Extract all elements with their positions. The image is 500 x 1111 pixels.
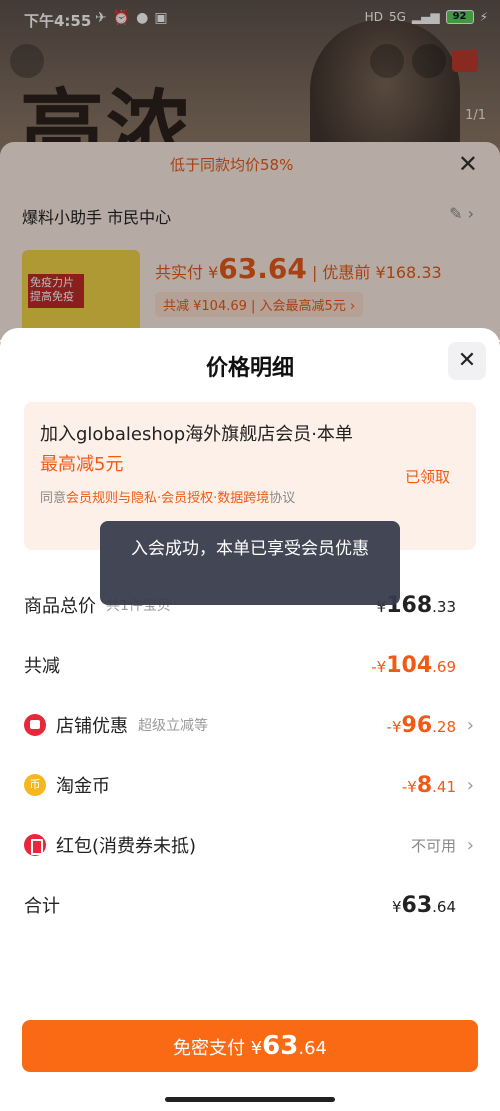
close-button[interactable]: ✕: [448, 342, 486, 380]
redpacket-value: 不可用: [410, 836, 456, 855]
taojinbi-value: -¥8.41: [402, 773, 456, 798]
redpacket-row[interactable]: 红包(消费券未抵) 不可用 ›: [24, 827, 476, 863]
member-title-highlight: 最高减5元: [40, 454, 124, 475]
agreement-link[interactable]: 会员规则与隐私·会员授权·数据跨境: [66, 491, 269, 506]
shop-discount-dec: .28: [432, 717, 456, 736]
sum-int: 63: [401, 892, 433, 918]
pay-label: 免密支付 ¥: [172, 1038, 263, 1059]
total-discount-value: -¥104.69: [371, 653, 456, 678]
taojinbi-currency: -¥: [401, 777, 417, 796]
price-detail-sheet: 价格明细 ✕ 加入globaleshop海外旗舰店会员·本单最高减5元 已领取 …: [0, 328, 500, 1111]
home-indicator[interactable]: [165, 1097, 335, 1102]
sum-dec: .64: [432, 897, 456, 916]
sheet-title: 价格明细: [205, 356, 294, 381]
pay-button[interactable]: 免密支付 ¥63.64: [22, 1020, 478, 1072]
taojinbi-row[interactable]: 淘金币 -¥8.41 ›: [24, 767, 476, 803]
sum-value: ¥63.64: [392, 893, 456, 918]
red-packet-icon: [24, 834, 46, 856]
taojinbi-dec: .41: [432, 777, 456, 796]
claimed-label[interactable]: 已领取: [405, 466, 450, 487]
goods-total-dec: .33: [432, 597, 456, 616]
toast-message: 入会成功，本单已享受会员优惠: [100, 521, 400, 605]
shop-icon: [24, 714, 46, 736]
total-discount-int: 104: [386, 652, 433, 678]
member-title: 加入globaleshop海外旗舰店会员·本单最高减5元: [40, 420, 360, 480]
shop-discount-currency: -¥: [386, 717, 402, 736]
sum-currency: ¥: [391, 897, 402, 916]
total-discount-currency: -¥: [371, 657, 387, 676]
shop-discount-hint: 超级立减等: [138, 718, 208, 734]
taojinbi-int: 8: [416, 772, 433, 798]
pay-int: 63: [262, 1031, 299, 1061]
member-agreement: 同意会员规则与隐私·会员授权·数据跨境协议: [40, 488, 360, 510]
coin-icon: [24, 774, 46, 796]
shop-discount-int: 96: [401, 712, 433, 738]
redpacket-label: 红包(消费券未抵): [56, 836, 197, 857]
dim-overlay: [0, 0, 500, 340]
sum-label: 合计: [24, 896, 60, 917]
agree-suffix: 协议: [269, 491, 296, 506]
taojinbi-label: 淘金币: [56, 776, 110, 797]
total-discount-dec: .69: [432, 657, 456, 676]
total-discount-label: 共减: [24, 656, 60, 677]
agree-prefix: 同意: [40, 491, 67, 506]
goods-total-label: 商品总价: [24, 596, 96, 617]
shop-discount-label: 店铺优惠: [56, 716, 128, 737]
chevron-right-icon: ›: [466, 714, 474, 736]
pay-dec: .64: [298, 1038, 327, 1059]
member-title-prefix: 加入globaleshop海外旗舰店会员·本单: [40, 424, 353, 445]
total-discount-row: 共减 -¥104.69: [24, 647, 476, 683]
shop-discount-row[interactable]: 店铺优惠 超级立减等 -¥96.28 ›: [24, 707, 476, 743]
chevron-right-icon: ›: [466, 774, 474, 796]
chevron-right-icon: ›: [466, 834, 474, 856]
shop-discount-value: -¥96.28: [387, 713, 456, 738]
sum-row: 合计 ¥63.64: [24, 887, 476, 923]
